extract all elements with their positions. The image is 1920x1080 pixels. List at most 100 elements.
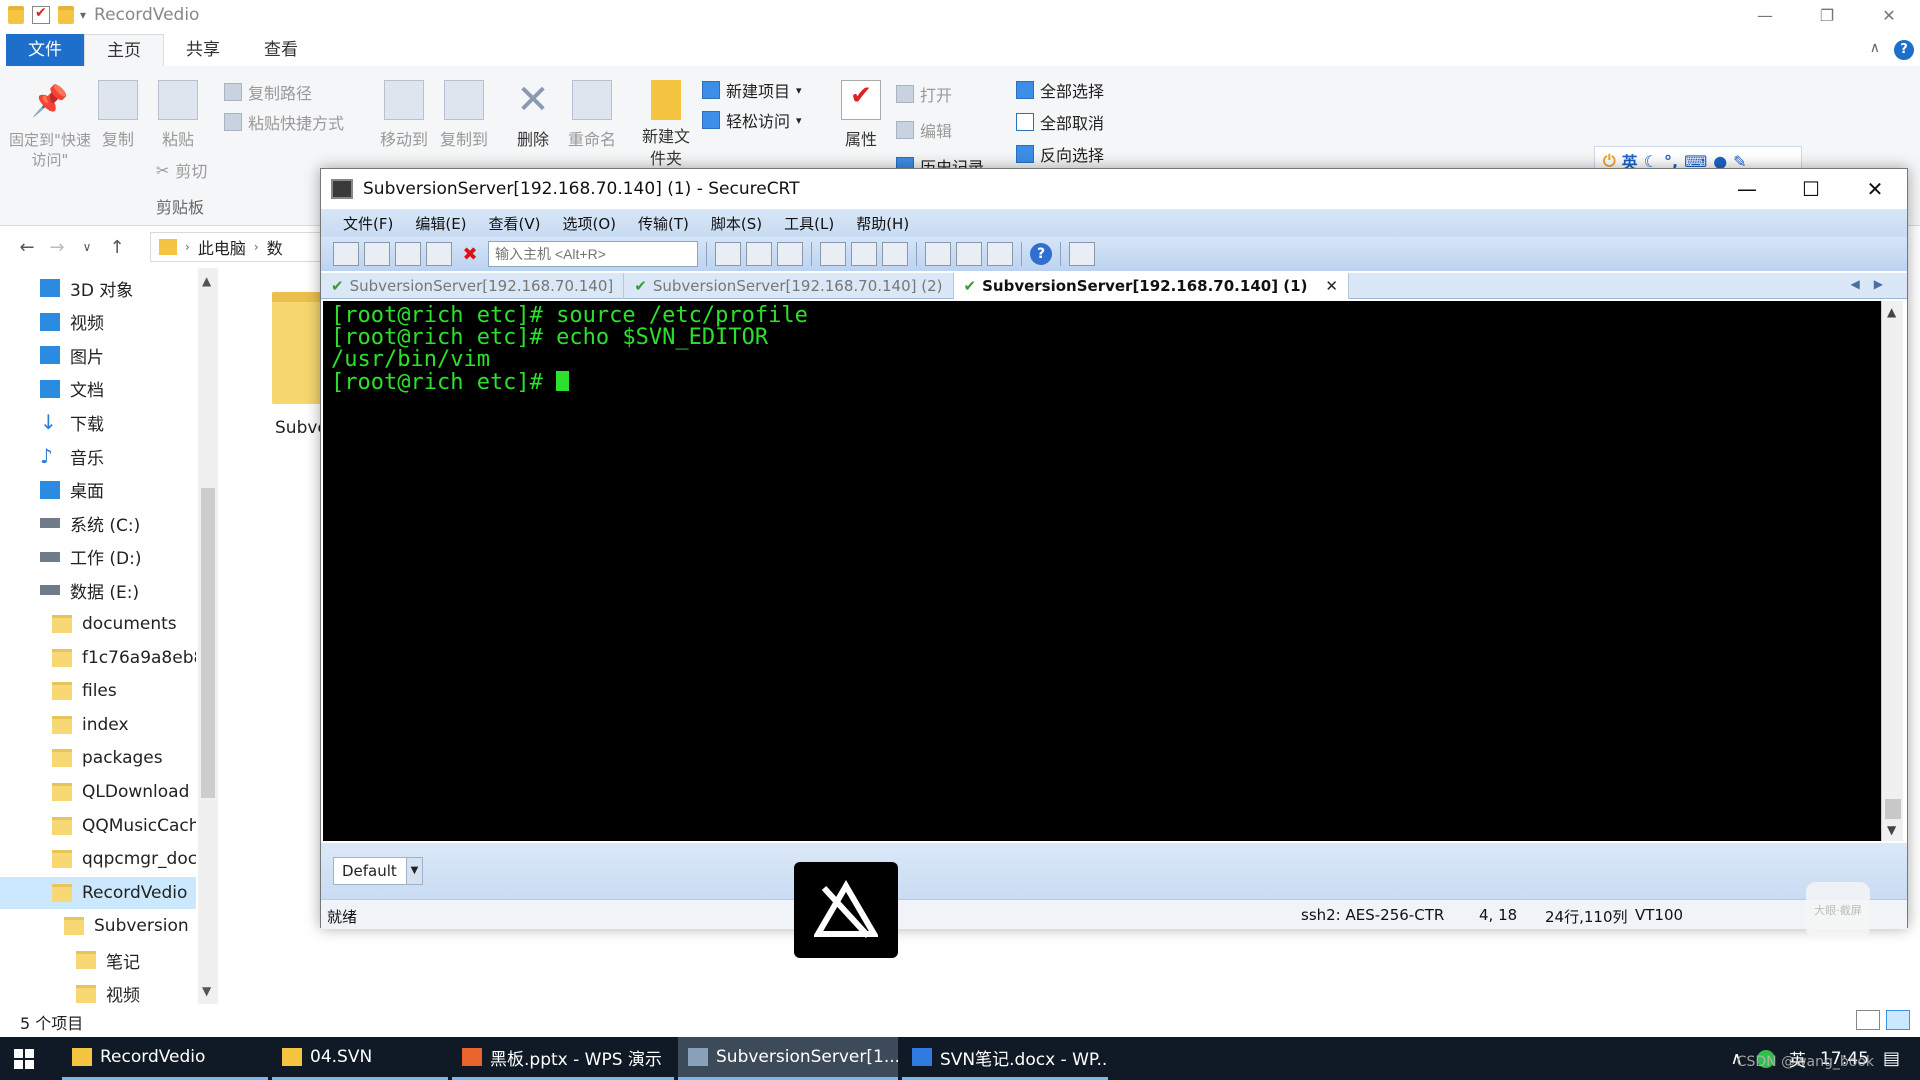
nav-item[interactable]: 视频: [0, 306, 196, 338]
large-icons-view-icon[interactable]: [1886, 1010, 1910, 1030]
move-to-button[interactable]: 移动到: [376, 80, 432, 150]
back-button[interactable]: ←: [12, 237, 42, 258]
terminal[interactable]: [root@rich etc]# source /etc/profile [roo…: [323, 301, 1883, 841]
open-button[interactable]: 打开: [896, 82, 952, 106]
copy-to-button[interactable]: 复制到: [436, 80, 492, 150]
nav-item[interactable]: QQMusicCach: [0, 810, 196, 842]
nav-item[interactable]: ↓ 下载: [0, 406, 196, 438]
disconnect-icon[interactable]: ✖: [457, 244, 483, 265]
recent-locations-button[interactable]: ∨: [72, 240, 102, 254]
close-tab-icon[interactable]: ✕: [1325, 277, 1338, 295]
delete-button[interactable]: ✕ 删除: [508, 80, 558, 150]
collapse-ribbon-icon[interactable]: ∧: [1870, 40, 1880, 56]
minimize-button[interactable]: —: [1734, 0, 1796, 30]
menu-item[interactable]: 文件(F): [321, 213, 404, 234]
global-options-icon[interactable]: [956, 242, 982, 266]
print-selection-icon[interactable]: [851, 242, 877, 266]
menu-item[interactable]: 帮助(H): [845, 213, 920, 234]
breadcrumb-drive[interactable]: 数: [267, 235, 283, 259]
cut-button[interactable]: ✂ 剪切: [156, 158, 207, 182]
nav-item[interactable]: RecordVedio: [0, 876, 196, 909]
nav-item[interactable]: qqpcmgr_doc: [0, 843, 196, 875]
printer-icon[interactable]: [882, 242, 908, 266]
tab-scroll-arrows-icon[interactable]: ◀▶: [1851, 277, 1897, 291]
terminal-scrollbar[interactable]: ▲ ▼: [1881, 301, 1903, 841]
menu-item[interactable]: 脚本(S): [700, 213, 773, 234]
session-options-icon[interactable]: [925, 242, 951, 266]
menu-item[interactable]: 编辑(E): [404, 213, 477, 234]
nav-item[interactable]: 系统 (C:): [0, 507, 196, 539]
edit-button[interactable]: 编辑: [896, 118, 952, 142]
taskbar-item[interactable]: 黑板.pptx - WPS 演示: [452, 1037, 674, 1080]
nav-item[interactable]: 视频: [0, 978, 196, 1010]
sftp-icon[interactable]: [1069, 242, 1095, 266]
nav-item[interactable]: 笔记: [0, 944, 196, 976]
invert-selection-button[interactable]: 反向选择: [1016, 142, 1104, 166]
properties-quick-icon[interactable]: [32, 5, 50, 24]
menu-item[interactable]: 传输(T): [627, 213, 700, 234]
maximize-button[interactable]: ☐: [1779, 169, 1843, 209]
nav-item[interactable]: QLDownload: [0, 776, 196, 808]
scrollbar-thumb[interactable]: [1885, 799, 1901, 819]
help-icon[interactable]: ?: [1030, 243, 1052, 265]
start-button[interactable]: [0, 1037, 48, 1080]
menu-item[interactable]: 查看(V): [478, 213, 552, 234]
copy-icon[interactable]: [715, 242, 741, 266]
scroll-down-icon[interactable]: ▼: [202, 984, 211, 998]
properties-button[interactable]: ✔ 属性: [838, 80, 884, 150]
new-folder-quick-icon[interactable]: [58, 6, 74, 24]
pin-quick-access-button[interactable]: 📌 固定到"快速访问": [8, 84, 92, 170]
nav-item[interactable]: 数据 (E:): [0, 574, 196, 606]
tab-file[interactable]: 文件: [6, 34, 84, 66]
easy-access-button[interactable]: 轻松访问 ▾: [702, 108, 802, 132]
navigation-scrollbar[interactable]: ▲ ▼: [198, 268, 218, 1004]
session-tab[interactable]: ✔ SubversionServer[192.168.70.140] (2): [624, 272, 954, 299]
scroll-up-icon[interactable]: ▲: [1887, 305, 1896, 319]
tab-view[interactable]: 查看: [242, 34, 320, 66]
up-button[interactable]: ↑: [102, 237, 132, 258]
nav-item[interactable]: 桌面: [0, 474, 196, 506]
paste-button[interactable]: 粘贴: [158, 80, 198, 150]
close-button[interactable]: ✕: [1858, 0, 1920, 30]
taskbar-item[interactable]: SVN笔记.docx - WP...: [902, 1037, 1108, 1080]
quick-connect-icon[interactable]: [364, 242, 390, 266]
session-tab[interactable]: ✔ SubversionServer[192.168.70.140]: [321, 272, 625, 299]
find-icon[interactable]: [777, 242, 803, 266]
quick-access-dropdown-icon[interactable]: ▾: [80, 8, 86, 22]
reconnect-icon[interactable]: [426, 242, 452, 266]
forward-button[interactable]: →: [42, 237, 72, 258]
help-icon[interactable]: ?: [1894, 40, 1914, 60]
scroll-down-icon[interactable]: ▼: [1887, 823, 1896, 837]
key-icon[interactable]: [987, 242, 1013, 266]
restore-button[interactable]: ❐: [1796, 0, 1858, 30]
nav-item[interactable]: ♪ 音乐: [0, 440, 196, 472]
rename-button[interactable]: 重命名: [564, 80, 620, 150]
breadcrumb-this-pc[interactable]: 此电脑: [198, 235, 246, 259]
select-all-button[interactable]: 全部选择: [1016, 78, 1104, 102]
connect-icon[interactable]: [333, 242, 359, 266]
chevron-down-icon[interactable]: ▼: [406, 858, 422, 884]
nav-item[interactable]: Subversion: [0, 910, 196, 942]
select-none-button[interactable]: 全部取消: [1016, 110, 1104, 134]
new-item-button[interactable]: 新建项目 ▾: [702, 78, 802, 102]
nav-item[interactable]: 3D 对象: [0, 272, 196, 304]
nav-item[interactable]: documents: [0, 608, 196, 640]
close-button[interactable]: ✕: [1843, 169, 1907, 209]
details-view-icon[interactable]: [1856, 1010, 1880, 1030]
nav-item[interactable]: index: [0, 709, 196, 741]
host-input[interactable]: [488, 241, 698, 267]
taskbar-item[interactable]: SubversionServer[1...: [678, 1037, 898, 1080]
paste-shortcut-button[interactable]: 粘贴快捷方式: [224, 110, 344, 134]
taskbar-item[interactable]: 04.SVN: [272, 1037, 448, 1080]
menu-item[interactable]: 选项(O): [552, 213, 628, 234]
scroll-up-icon[interactable]: ▲: [202, 274, 211, 288]
paste-icon[interactable]: [746, 242, 772, 266]
minimize-button[interactable]: —: [1715, 169, 1779, 209]
copy-button[interactable]: 复制: [98, 80, 138, 150]
breadcrumb[interactable]: › 此电脑 › 数: [150, 232, 330, 262]
connect-tab-icon[interactable]: [395, 242, 421, 266]
session-tab[interactable]: ✔ SubversionServer[192.168.70.140] (1) ✕: [953, 272, 1349, 299]
scrollbar-thumb[interactable]: [201, 488, 215, 798]
notification-icon[interactable]: ▤: [1883, 1048, 1900, 1069]
nav-item[interactable]: packages: [0, 742, 196, 774]
